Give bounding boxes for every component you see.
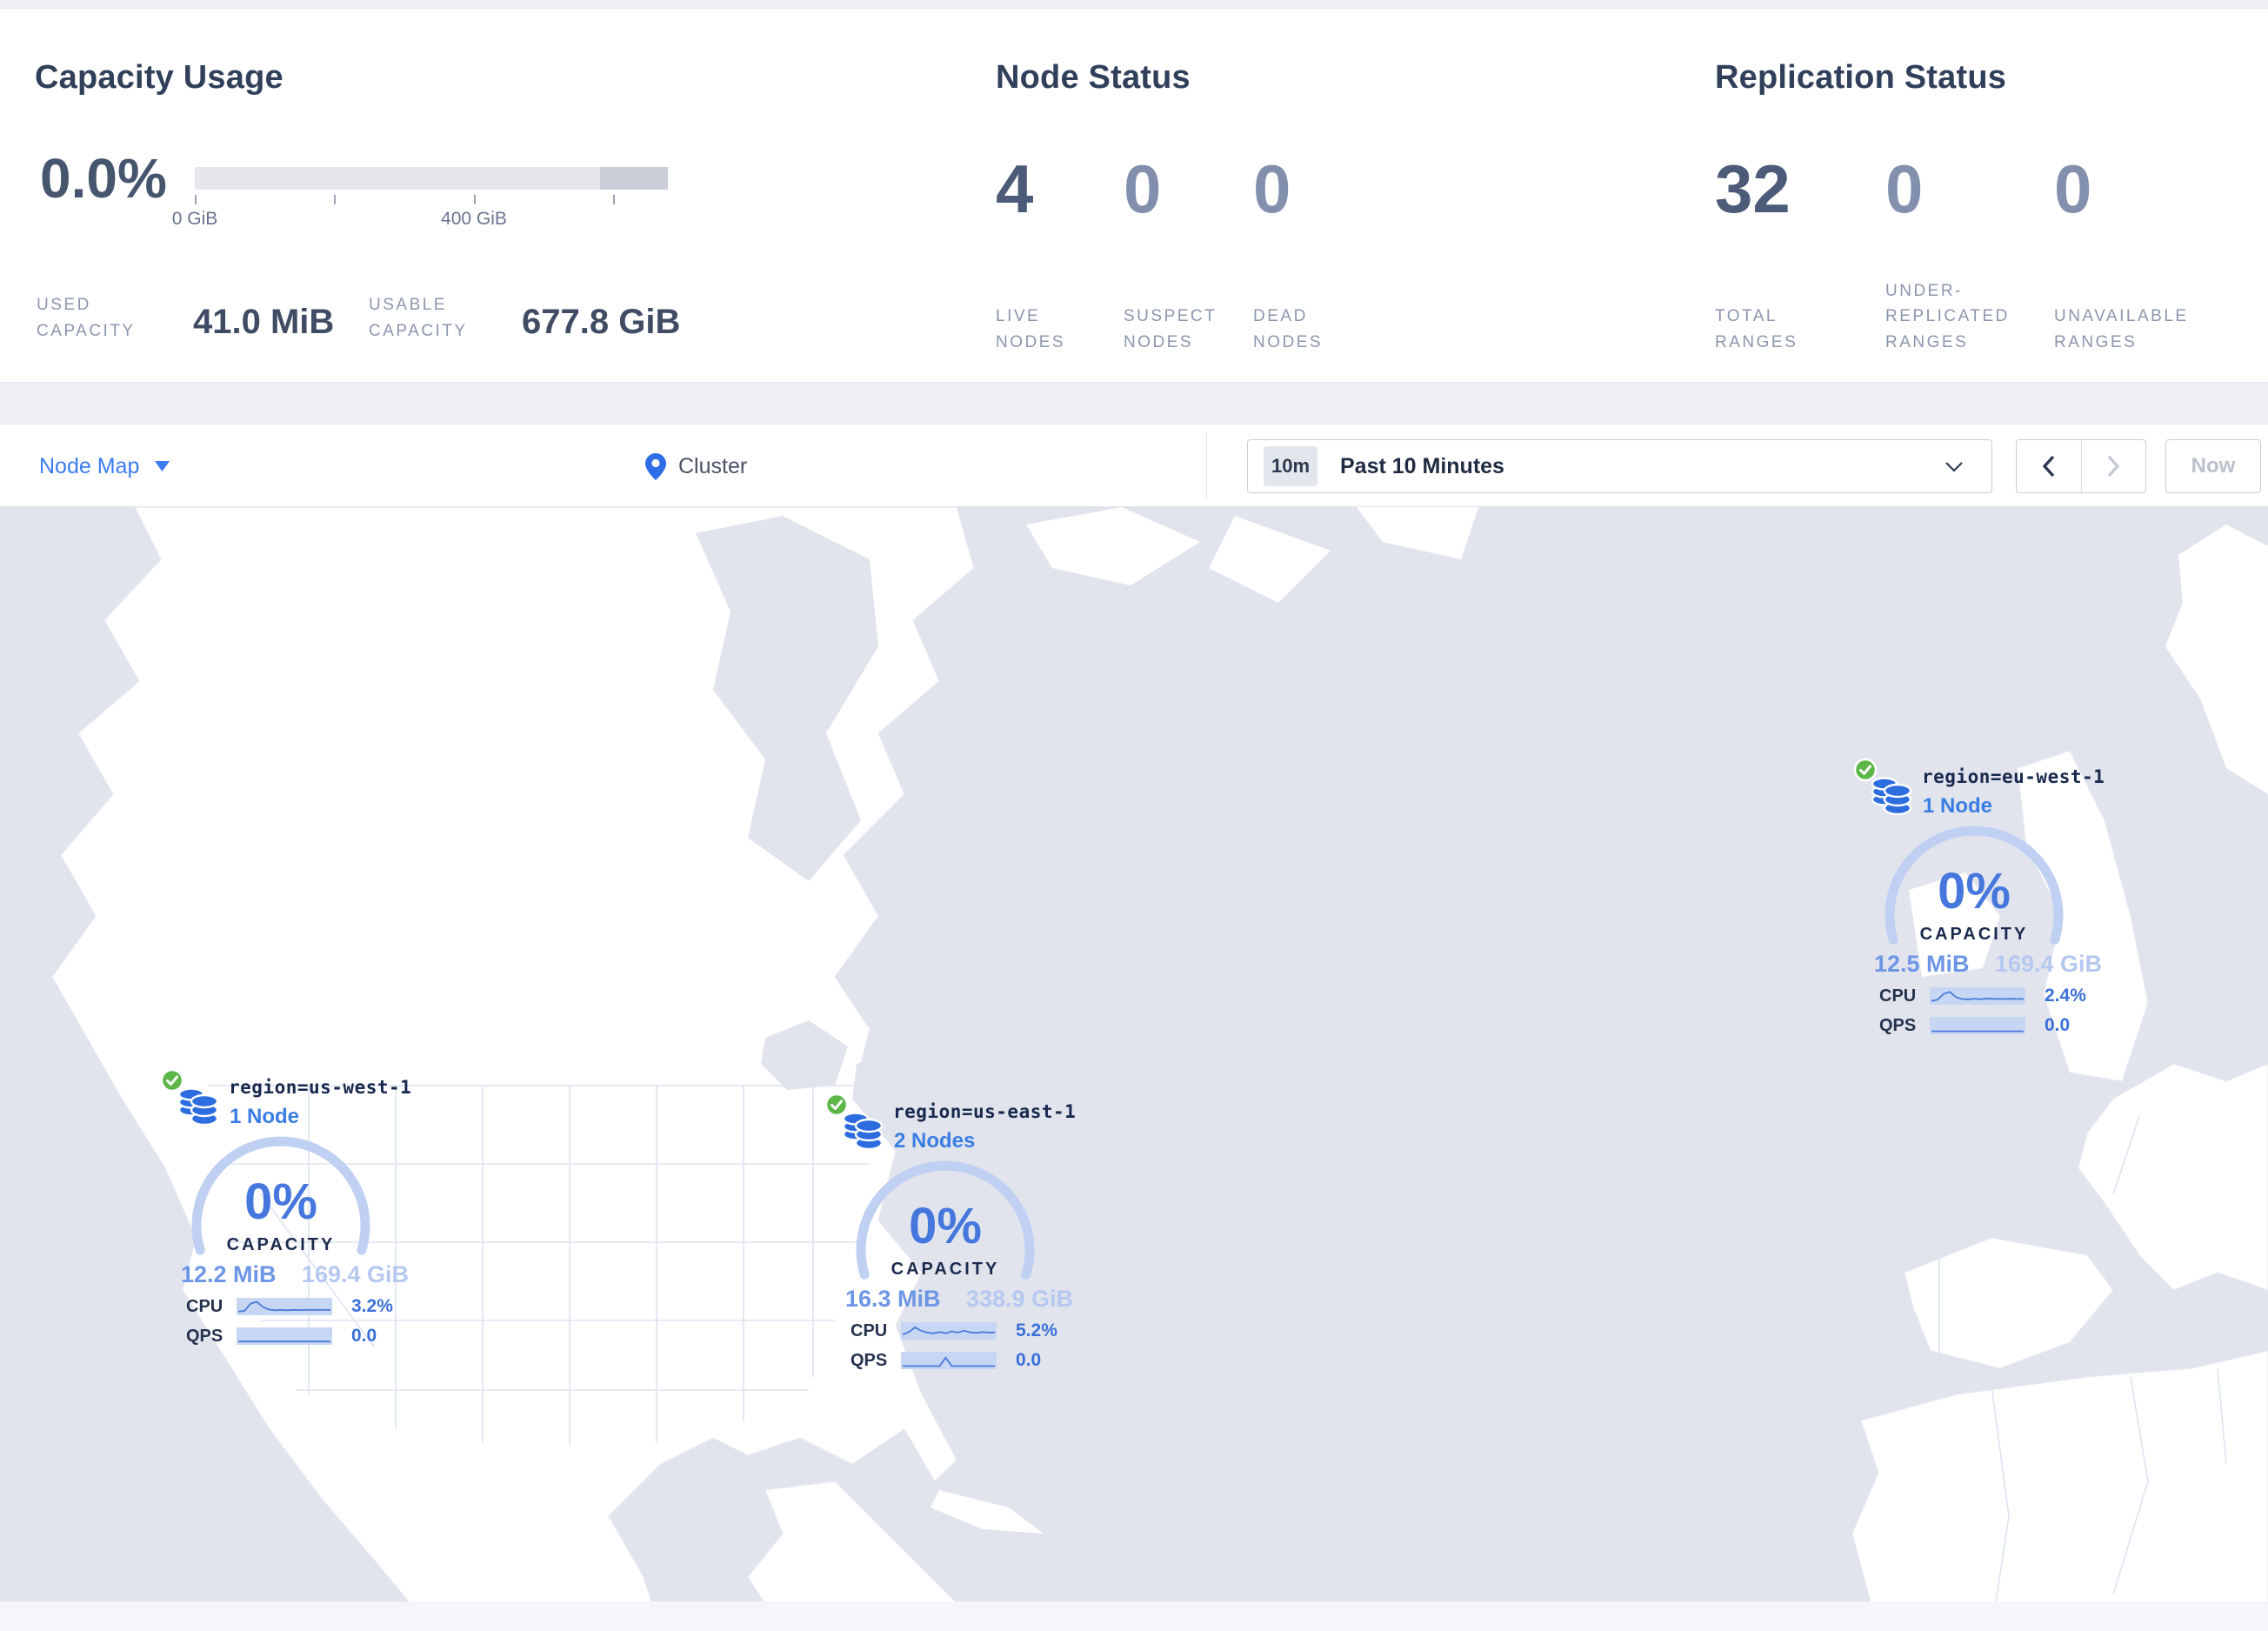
- qps-sparkline: [901, 1352, 997, 1369]
- location-pin-icon: [645, 452, 666, 480]
- usable-capacity-label: USABLE CAPACITY: [369, 296, 468, 341]
- capacity-gauge: 0% CAPACITY: [185, 1134, 377, 1265]
- capacity-axis-tick: [474, 195, 476, 204]
- toolbar-divider: [1206, 433, 1207, 499]
- live-nodes-stat: 4 LIVE NODES: [996, 9, 1104, 382]
- cpu-sparkline: [237, 1298, 332, 1315]
- qps-label: QPS: [850, 1350, 888, 1370]
- breadcrumb[interactable]: Cluster: [645, 424, 747, 508]
- gauge-percent: 0%: [909, 1198, 982, 1254]
- cpu-value: 2.4%: [2045, 986, 2086, 1006]
- chevron-down-icon: [155, 461, 170, 471]
- cpu-value: 3.2%: [351, 1296, 393, 1316]
- live-nodes-label: LIVE NODES: [996, 307, 1066, 351]
- live-nodes-value: 4: [996, 150, 1034, 227]
- region-used-capacity: 16.3 MiB: [845, 1286, 941, 1312]
- qps-value: 0.0: [1016, 1350, 1042, 1370]
- region-name: region=eu-west-1: [1922, 766, 2105, 787]
- cpu-sparkline: [901, 1322, 997, 1340]
- now-button[interactable]: Now: [2165, 439, 2261, 493]
- suspect-nodes-value: 0: [1124, 150, 1162, 227]
- time-range-badge: 10m: [1264, 446, 1317, 486]
- used-capacity-label: USED CAPACITY: [37, 296, 136, 341]
- region-name: region=us-west-1: [229, 1077, 412, 1098]
- usable-capacity-value: 677.8 GiB: [522, 303, 681, 341]
- region-marker-eu-west-1[interactable]: region=eu-west-1 1 Node 0% CAPACITY 12.5…: [1850, 758, 2111, 1062]
- database-stack-icon: [177, 1087, 219, 1126]
- view-selector-dropdown[interactable]: Node Map: [39, 424, 170, 508]
- cpu-sparkline: [1930, 987, 2025, 1005]
- capacity-axis-label-0: 0 GiB: [171, 209, 218, 229]
- used-capacity-value: 41.0 MiB: [193, 303, 335, 341]
- cluster-summary-bar: Capacity Usage 0.0% 0 GiB 400 GiB USED C…: [0, 8, 2268, 383]
- gauge-percent: 0%: [244, 1173, 317, 1230]
- total-ranges-stat: 32 TOTAL RANGES: [1715, 9, 1845, 382]
- cpu-label: CPU: [1879, 986, 1917, 1006]
- capacity-axis-label-400: 400 GiB: [441, 209, 507, 229]
- region-marker-us-west-1[interactable]: region=us-west-1 1 Node 0% CAPACITY 12.2…: [157, 1068, 417, 1373]
- total-ranges-value: 32: [1715, 150, 1791, 227]
- gauge-capacity-label: CAPACITY: [891, 1260, 1000, 1279]
- database-stack-icon: [1871, 777, 1912, 816]
- capacity-axis-tick: [195, 195, 197, 204]
- time-history-controls: [2016, 439, 2146, 493]
- region-total-capacity: 169.4 GiB: [1994, 951, 2102, 977]
- chevron-left-icon: [2042, 455, 2055, 478]
- time-forward-button[interactable]: [2082, 440, 2146, 492]
- under-replicated-ranges-stat: 0 UNDER-REPLICATED RANGES: [1885, 9, 2040, 382]
- dead-nodes-label: DEAD NODES: [1253, 307, 1324, 351]
- region-used-capacity: 12.2 MiB: [181, 1261, 277, 1287]
- region-marker-us-east-1[interactable]: region=us-east-1 2 Nodes 0% CAPACITY 16.…: [821, 1093, 1082, 1397]
- unavailable-ranges-label: UNAVAILABLE RANGES: [2054, 307, 2189, 351]
- capacity-axis-tick: [613, 195, 615, 204]
- region-total-capacity: 338.9 GiB: [965, 1286, 1073, 1312]
- qps-label: QPS: [186, 1326, 223, 1346]
- region-node-count: 1 Node: [230, 1105, 300, 1128]
- time-back-button[interactable]: [2017, 440, 2082, 492]
- capacity-usage-title: Capacity Usage: [35, 59, 284, 96]
- breadcrumb-label: Cluster: [678, 453, 748, 478]
- qps-label: QPS: [1879, 1015, 1917, 1035]
- capacity-usage-bar: [195, 167, 668, 190]
- qps-value: 0.0: [2045, 1015, 2071, 1035]
- dead-nodes-value: 0: [1253, 150, 1291, 227]
- capacity-axis-tick: [334, 195, 336, 204]
- qps-value: 0.0: [351, 1326, 377, 1346]
- time-range-selector[interactable]: 10m Past 10 Minutes: [1247, 439, 1992, 493]
- suspect-nodes-label: SUSPECT NODES: [1124, 307, 1217, 351]
- under-replicated-ranges-label: UNDER-REPLICATED RANGES: [1885, 281, 2010, 351]
- chevron-down-icon: [1945, 462, 1963, 472]
- database-stack-icon: [842, 1112, 884, 1151]
- gauge-percent: 0%: [1938, 863, 2011, 919]
- qps-sparkline: [1930, 1017, 2025, 1034]
- qps-sparkline: [237, 1327, 332, 1345]
- gauge-capacity-label: CAPACITY: [226, 1235, 336, 1254]
- dead-nodes-stat: 0 DEAD NODES: [1253, 9, 1366, 382]
- cpu-value: 5.2%: [1016, 1320, 1057, 1340]
- time-range-label: Past 10 Minutes: [1340, 453, 1504, 478]
- map-toolbar: Node Map Cluster 10m Past 10 Minutes Now: [0, 424, 2268, 507]
- unavailable-ranges-value: 0: [2054, 150, 2092, 227]
- region-node-count: 1 Node: [1923, 794, 1993, 818]
- cpu-label: CPU: [850, 1320, 888, 1340]
- chevron-right-icon: [2107, 455, 2120, 478]
- total-ranges-label: TOTAL RANGES: [1715, 307, 1798, 351]
- region-node-count: 2 Nodes: [894, 1129, 976, 1153]
- region-name: region=us-east-1: [893, 1101, 1077, 1122]
- capacity-gauge: 0% CAPACITY: [850, 1159, 1041, 1289]
- capacity-usage-percent: 0.0%: [40, 147, 167, 210]
- capacity-gauge: 0% CAPACITY: [1878, 824, 2070, 954]
- suspect-nodes-stat: 0 SUSPECT NODES: [1124, 9, 1235, 382]
- unavailable-ranges-stat: 0 UNAVAILABLE RANGES: [2054, 9, 2215, 382]
- cpu-label: CPU: [186, 1296, 223, 1316]
- gauge-capacity-label: CAPACITY: [1919, 925, 2029, 944]
- region-used-capacity: 12.5 MiB: [1874, 951, 1970, 977]
- node-map[interactable]: region=us-west-1 1 Node 0% CAPACITY 12.2…: [0, 507, 2268, 1631]
- capacity-bar-dark-segment: [600, 167, 668, 190]
- region-total-capacity: 169.4 GiB: [301, 1261, 409, 1287]
- under-replicated-ranges-value: 0: [1885, 150, 1924, 227]
- view-selector-label: Node Map: [39, 453, 140, 478]
